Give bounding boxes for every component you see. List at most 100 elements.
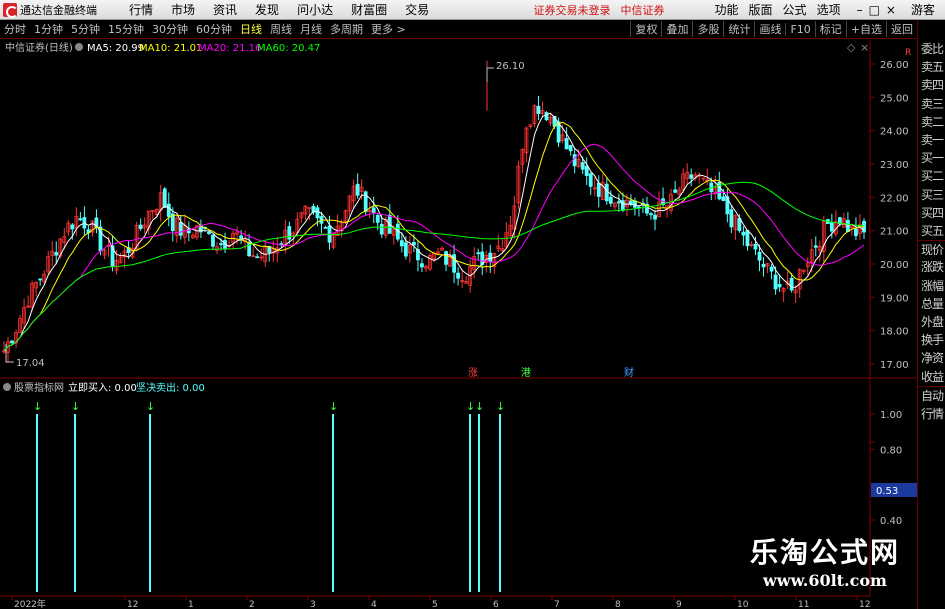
side-item-16[interactable]: 换手 [918,331,945,349]
candle-body [761,263,766,268]
candle-body [588,173,593,187]
event-marker-hk[interactable]: 港 [521,367,531,379]
side-item-20[interactable]: 行情 [918,405,945,423]
time-tick-label: 2022年 [14,598,46,609]
candle-body [138,224,143,229]
candle-body [829,222,834,232]
side-item-0[interactable]: 委比 [918,40,945,58]
candle-body [399,240,404,247]
quote-side-panel: 委比 卖五 卖四 卖三 卖二 卖一 买一 买二 买三 买四 买五 现价 涨跌 涨幅 总量 外盘 换手 净资 收益 自动… [917,20,945,609]
candle-body [564,138,569,150]
watermark-title: 乐淘公式网 [749,536,900,569]
indicator-buy-label: 立即买入: 0.00 [68,381,137,394]
candle-body [207,231,211,234]
time-tick-label: 2 [249,600,255,609]
candle-body [604,183,609,202]
candle-body [729,209,734,228]
indicator-tick-label: 0.80 [880,445,902,456]
side-item-6[interactable]: 买一 [918,149,945,167]
rights-mark-icon: R [905,48,911,58]
side-item-10[interactable]: 买五 [918,222,945,240]
ma10-label: MA10: 21.01 [139,43,202,54]
candle-body [721,196,726,201]
candle-body [219,243,223,245]
price-tick-label: 22.00 [880,193,909,204]
time-tick-label: 1 [188,600,194,609]
side-item-13[interactable]: 涨幅 [918,277,945,295]
price-tick-label: 19.00 [880,293,909,304]
price-tick-label: 21.00 [880,227,909,238]
time-tick-label: 6 [493,600,499,609]
candle-body [38,278,43,281]
side-item-7[interactable]: 买二 [918,167,945,185]
candle-body [846,219,850,233]
buy-arrow-icon: ↓ [329,400,338,413]
watermark: 乐淘公式网 www.60lt.com [735,536,915,606]
side-item-19[interactable]: 自动 [918,386,945,404]
side-item-5[interactable]: 卖一 [918,131,945,149]
candle-body [753,243,758,250]
candle-body [166,203,171,217]
side-item-17[interactable]: 净资 [918,349,945,367]
side-item-15[interactable]: 外盘 [918,313,945,331]
candle-body [412,241,416,246]
indicator-settings-icon[interactable] [3,383,11,391]
candle-body [777,284,782,288]
time-tick-label: 9 [676,600,682,609]
kline-chart[interactable]: 中信证券(日线) MA5: 20.99 MA10: 21.01 MA20: 21… [0,0,917,609]
side-item-11[interactable]: 现价 [918,240,945,258]
indicator-tick-label: 1.00 [880,410,902,421]
panel-close-icon[interactable]: × [860,41,869,54]
side-item-3[interactable]: 卖三 [918,95,945,113]
candle-body [813,245,818,248]
indicator-axis: 1.00 0.80 0.40 [870,410,902,527]
candle-body [54,252,59,256]
side-item-2[interactable]: 卖四 [918,76,945,94]
candle-body [456,272,461,279]
candle-body [689,174,694,179]
candle-body [78,218,83,221]
side-item-1[interactable]: 卖五 [918,58,945,76]
event-marker-rise[interactable]: 涨 [468,367,478,379]
side-item-9[interactable]: 买四 [918,204,945,222]
indicator-tick-label: 0.40 [880,516,902,527]
side-item-4[interactable]: 卖二 [918,113,945,131]
side-item-18[interactable]: 收益 [918,368,945,386]
buy-arrow-icon: ↓ [146,400,155,413]
buy-arrow-icon: ↓ [466,400,475,413]
candle-body [323,226,328,229]
time-tick-label: 8 [615,600,621,609]
candle-body [580,162,585,170]
candle-body [70,224,75,230]
candle-body [10,340,14,344]
signal-series: ↓ ↓ ↓ ↓ ↓ ↓ ↓ [33,400,505,592]
candle-body [162,188,167,208]
collapse-icon[interactable]: ◇ [847,41,856,54]
price-tick-label: 20.00 [880,260,909,271]
buy-arrow-icon: ↓ [475,400,484,413]
candle-body [371,207,376,214]
buy-arrow-icon: ↓ [33,400,42,413]
side-item-12[interactable]: 涨跌 [918,258,945,276]
candle-body [854,228,858,237]
stock-title: 中信证券(日线) [5,41,73,54]
candle-body [239,235,244,240]
candle-body [608,196,613,204]
indicator-sell-label: 坚决卖出: 0.00 [136,381,205,394]
price-tick-label: 25.00 [880,93,909,104]
candle-body [488,252,493,262]
side-item-8[interactable]: 买三 [918,186,945,204]
candle-body [375,215,380,223]
candle-body [544,112,549,121]
settings-gear-icon[interactable] [75,43,83,51]
price-tick-label: 18.00 [880,327,909,338]
candle-body [420,263,424,268]
candle-body [178,222,183,236]
candle-body [769,266,774,272]
buy-arrow-icon: ↓ [496,400,505,413]
side-item-14[interactable]: 总量 [918,295,945,313]
ma20-label: MA20: 21.16 [198,43,261,54]
event-marker-finance[interactable]: 财 [624,366,634,379]
candle-body [444,251,448,265]
price-tick-label: 23.00 [880,160,909,171]
